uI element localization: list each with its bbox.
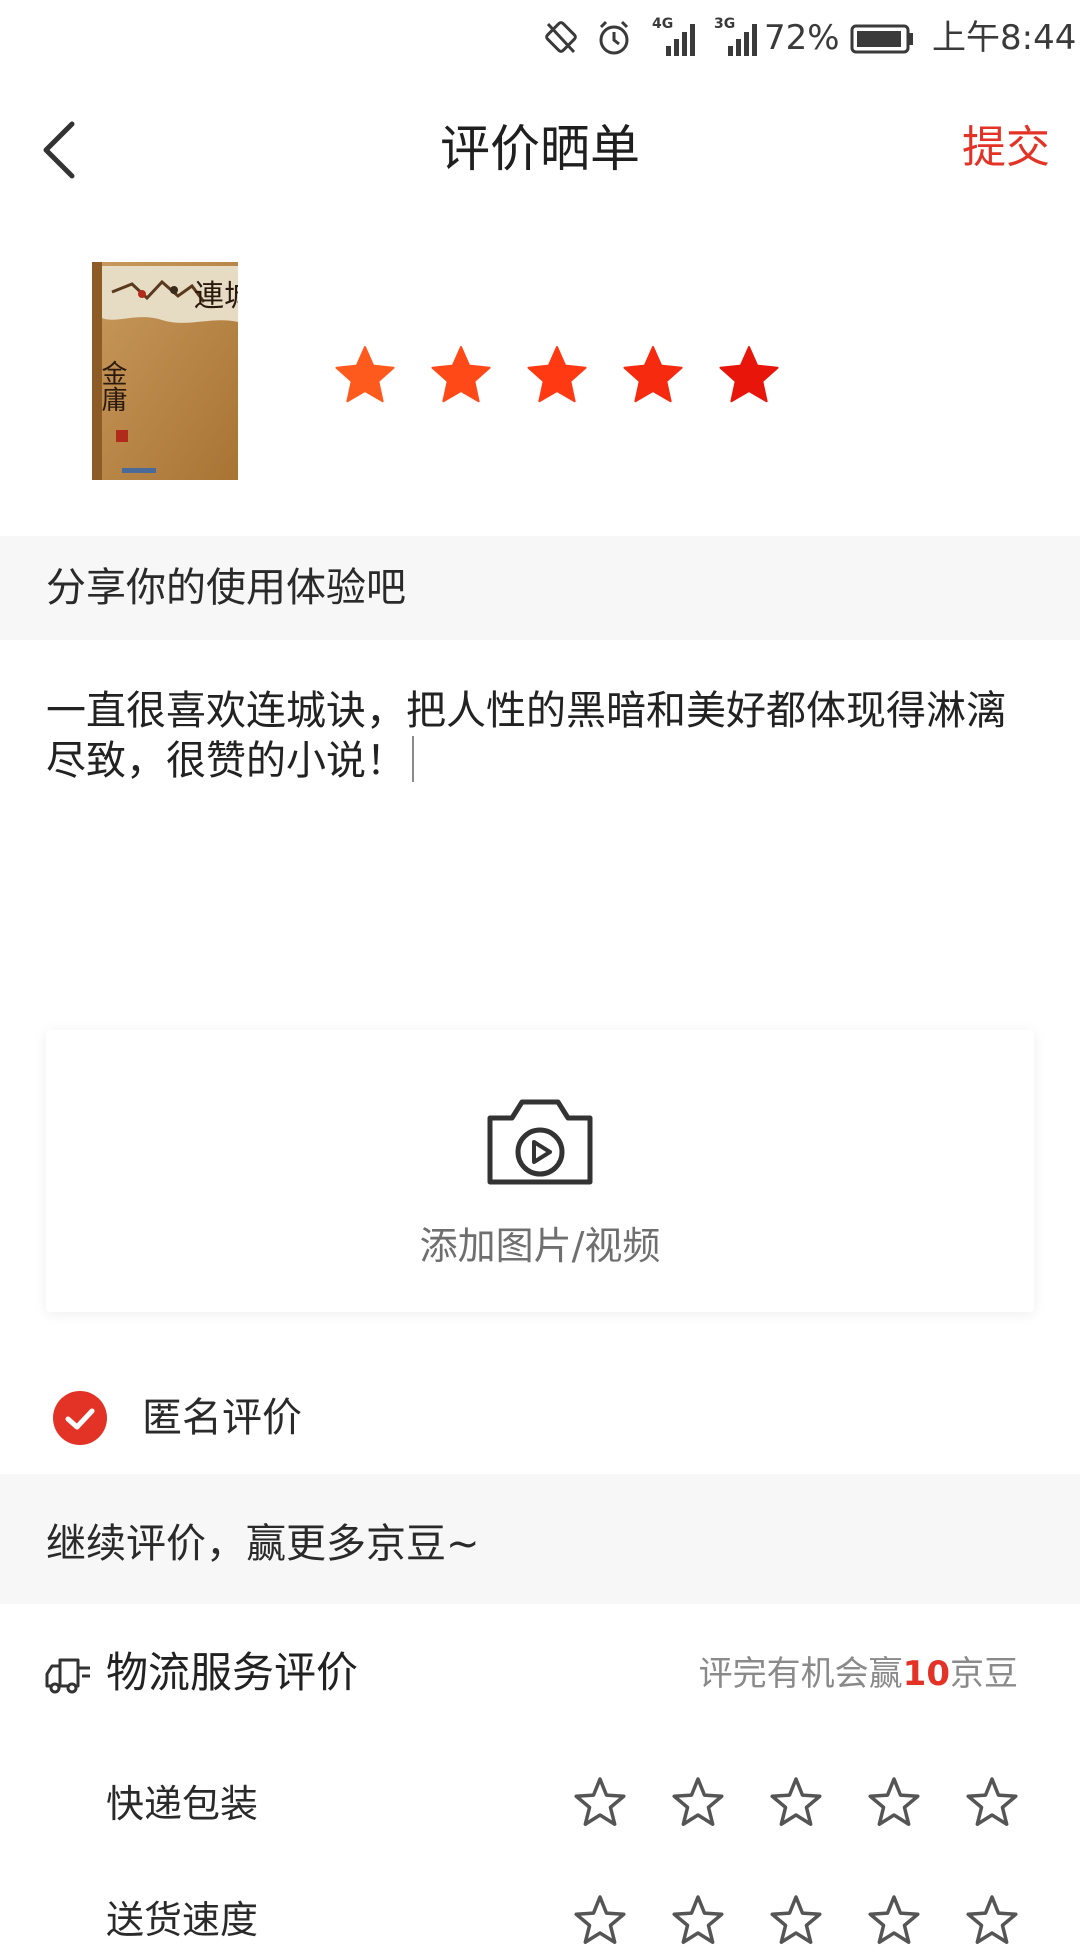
header: 评价晒单 提交: [0, 78, 1080, 220]
rating-star-5[interactable]: [714, 340, 784, 410]
outline-star-3[interactable]: [768, 1892, 824, 1948]
outline-star-1[interactable]: [572, 1774, 628, 1830]
camera-video-icon: [487, 1099, 593, 1185]
anonymous-label: 匿名评价: [142, 1395, 302, 1441]
outline-star-5[interactable]: [964, 1892, 1020, 1948]
text-cursor: [412, 736, 414, 782]
clock: 上午8:44: [932, 18, 1077, 58]
signal-3g-icon: 3G: [714, 16, 760, 58]
review-section-title: 分享你的使用体验吧: [46, 565, 406, 611]
logistics-title: 物流服务评价: [106, 1648, 359, 1697]
outline-star-1[interactable]: [572, 1892, 628, 1948]
cover-title: 連城訣: [194, 279, 238, 314]
review-section-header: 分享你的使用体验吧: [0, 536, 1080, 640]
review-text: 一直很喜欢连城诀，把人性的黑暗和美好都体现得淋漓尽致，很赞的小说！: [46, 688, 1006, 784]
anonymous-checkbox[interactable]: [52, 1390, 108, 1446]
cover-author: 金庸: [97, 360, 127, 412]
signal-4g-icon: 4G: [652, 16, 698, 58]
page-title: 评价晒单: [440, 120, 640, 178]
battery-percent: 72%: [764, 18, 840, 58]
outline-star-2[interactable]: [670, 1892, 726, 1948]
rotation-lock-icon: [545, 21, 577, 54]
outline-star-4[interactable]: [866, 1774, 922, 1830]
delivery-speed-label: 送货速度: [106, 1898, 259, 1942]
packaging-rating[interactable]: [572, 1774, 1020, 1834]
rating-star-1[interactable]: [330, 340, 400, 410]
logistics-reward-tip: 评完有机会赢10京豆: [698, 1654, 1018, 1694]
submit-button[interactable]: 提交: [962, 118, 1050, 178]
add-media-button[interactable]: 添加图片/视频: [46, 1030, 1034, 1312]
status-bar: 4G 3G 72% 上午8:44: [0, 0, 1080, 78]
packaging-label: 快递包装: [106, 1782, 259, 1826]
battery-icon: [850, 24, 913, 54]
outline-star-3[interactable]: [768, 1774, 824, 1830]
rating-star-4[interactable]: [618, 340, 688, 410]
alarm-icon: [599, 20, 629, 55]
review-textarea[interactable]: 一直很喜欢连城诀，把人性的黑暗和美好都体现得淋漓尽致，很赞的小说！: [46, 686, 1026, 786]
rating-star-2[interactable]: [426, 340, 496, 410]
product-image: 連城訣 金庸: [92, 262, 238, 480]
continue-section-header: 继续评价，赢更多京豆~: [0, 1474, 1080, 1604]
delivery-speed-rating[interactable]: [572, 1892, 1020, 1952]
rating-star-3[interactable]: [522, 340, 592, 410]
outline-star-5[interactable]: [964, 1774, 1020, 1830]
product-rating: [330, 340, 784, 410]
continue-title: 继续评价，赢更多京豆~: [46, 1521, 480, 1567]
add-media-label: 添加图片/视频: [419, 1224, 661, 1268]
outline-star-2[interactable]: [670, 1774, 726, 1830]
truck-icon: [45, 1658, 90, 1694]
outline-star-4[interactable]: [866, 1892, 922, 1948]
